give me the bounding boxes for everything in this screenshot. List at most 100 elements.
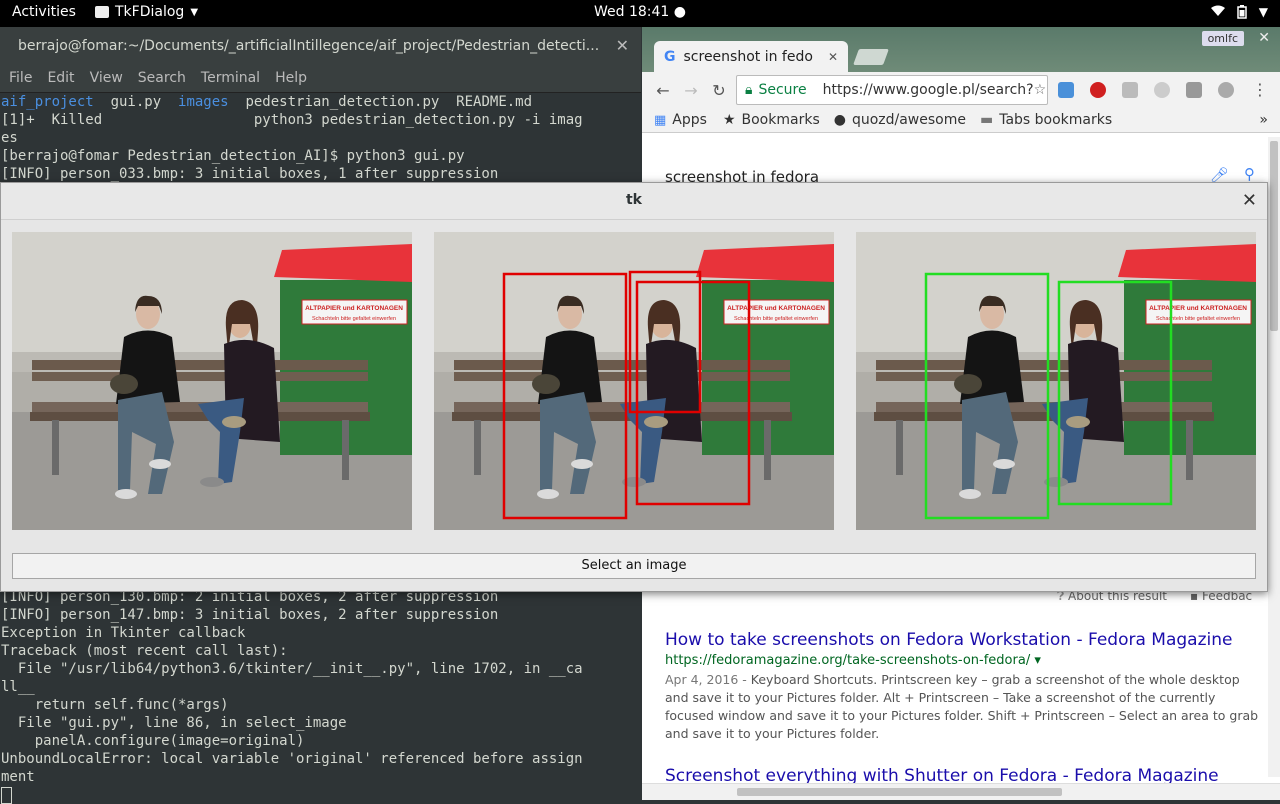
- person-bag: [222, 416, 246, 428]
- terminal-text: [berrajo@fomar Pedestrian_detection_AI]$…: [1, 148, 465, 164]
- bookmark-quozd[interactable]: quozd/awesome: [852, 112, 966, 128]
- menu-edit[interactable]: Edit: [47, 70, 74, 86]
- close-icon[interactable]: ✕: [616, 36, 629, 55]
- tab-close-icon[interactable]: ✕: [828, 50, 838, 64]
- terminal-titlebar[interactable]: berrajo@fomar:~/Documents/_artificialInt…: [0, 27, 641, 64]
- app-menu[interactable]: TkFDialog ▼: [95, 4, 198, 20]
- sign-text: ALTPAPIER und KARTONAGEN: [1149, 305, 1247, 312]
- terminal-text: [INFO] person_033.bmp: 3 initial boxes, …: [1, 166, 499, 182]
- result-title-link[interactable]: How to take screenshots on Fedora Workst…: [665, 630, 1265, 650]
- person-shoe: [571, 459, 593, 469]
- back-icon[interactable]: ←: [656, 81, 670, 100]
- lock-icon: 🔒︎: [745, 82, 753, 98]
- vertical-scrollbar[interactable]: [1268, 137, 1280, 777]
- panel-before-suppression: ALTPAPIER und KARTONAGEN Schachteln bitte…: [434, 232, 834, 530]
- dropbox-icon[interactable]: [1122, 82, 1138, 98]
- battery-icon: [1237, 5, 1247, 22]
- terminal-line: panelA.configure(image=original): [1, 733, 305, 749]
- chrome-toolbar: ← → ↻ 🔒︎ Secure https://www.google.pl/se…: [642, 72, 1280, 108]
- secure-label: Secure: [758, 82, 807, 98]
- pedestrian-photo: ALTPAPIER und KARTONAGEN Schachteln bitte…: [856, 232, 1256, 530]
- terminal-text: [1]+ Killed python3 pedestrian_detection…: [1, 112, 583, 128]
- bench-leg: [1186, 420, 1193, 480]
- person-bag: [1066, 416, 1090, 428]
- bookmark-bookmarks[interactable]: Bookmarks: [742, 112, 820, 128]
- reload-icon[interactable]: ↻: [712, 81, 726, 100]
- terminal-text: es: [1, 130, 18, 146]
- person-bag: [644, 416, 668, 428]
- person-bag: [110, 374, 138, 394]
- hscroll-thumb[interactable]: [737, 788, 1062, 796]
- scroll-thumb[interactable]: [1270, 141, 1278, 331]
- terminal-output-upper[interactable]: aif_project gui.py images pedestrian_det…: [0, 93, 641, 183]
- terminal-cursor: [1, 786, 642, 804]
- system-tray[interactable]: ▼: [1210, 5, 1268, 22]
- result-url-text: https://fedoramagazine.org/take-screensh…: [665, 653, 1031, 668]
- tk-dialog[interactable]: tk ✕ ALTPAPIER und KARTONAGEN Schachteln …: [0, 182, 1268, 592]
- extension-icon-2[interactable]: [1154, 82, 1170, 98]
- terminal-line: [INFO] person_147.bmp: 3 initial boxes, …: [1, 607, 499, 623]
- bench-seat-front: [30, 412, 370, 421]
- bookmark-star-icon[interactable]: ☆: [1034, 82, 1047, 98]
- app-menu-label: TkFDialog: [115, 4, 185, 20]
- clock[interactable]: Wed 18:41 ●: [594, 4, 686, 20]
- extension-icon-3[interactable]: [1186, 82, 1202, 98]
- terminal-line: UnboundLocalError: local variable 'origi…: [1, 751, 583, 767]
- profile-button[interactable]: omlfc: [1201, 31, 1244, 46]
- bench-leg: [52, 420, 59, 475]
- terminal-line: Traceback (most recent call last):: [1, 643, 288, 659]
- horizontal-scrollbar[interactable]: [642, 783, 1280, 800]
- sign-subtext: Schachteln bitte gefaltet einwerfen: [1156, 316, 1240, 322]
- menu-view[interactable]: View: [90, 70, 123, 86]
- menu-dots-icon[interactable]: ⋮: [1252, 80, 1268, 99]
- tk-titlebar[interactable]: tk ✕: [1, 183, 1267, 220]
- tab-google-search[interactable]: G screenshot in fedora ✕: [654, 41, 848, 72]
- directory-name: aif_project: [1, 94, 94, 110]
- terminal-line: [1]+ Killed python3 pedestrian_detection…: [1, 111, 641, 129]
- container-lid: [1118, 244, 1256, 282]
- window-close-icon[interactable]: ✕: [1258, 30, 1270, 46]
- result-date: Apr 4, 2016 -: [665, 672, 751, 687]
- extension-icon[interactable]: [1058, 82, 1074, 98]
- caret-down-icon[interactable]: ▾: [1034, 653, 1041, 668]
- bench-leg: [474, 420, 481, 475]
- extension-icon-4[interactable]: [1218, 82, 1234, 98]
- directory-name: images: [178, 94, 229, 110]
- close-icon[interactable]: ✕: [1242, 190, 1257, 211]
- folder-icon: ▬: [979, 112, 994, 128]
- terminal-text: pedestrian_detection.py README.md: [228, 94, 533, 110]
- pedestrian-photo: ALTPAPIER und KARTONAGEN Schachteln bitte…: [434, 232, 834, 530]
- terminal-output-lower[interactable]: [INFO] person_130.bmp: 2 initial boxes, …: [0, 588, 642, 804]
- chevron-right-icon[interactable]: »: [1259, 112, 1268, 128]
- bookmark-apps[interactable]: Apps: [672, 112, 707, 128]
- url-text: https://www.google.pl/search?: [822, 82, 1034, 98]
- result-snippet: Apr 4, 2016 - Keyboard Shortcuts. Prints…: [665, 671, 1265, 743]
- search-icon[interactable]: ⚲: [1244, 165, 1255, 183]
- bench-back-top: [32, 360, 368, 370]
- person-shoe: [200, 477, 224, 487]
- opera-extension-icon[interactable]: [1090, 82, 1106, 98]
- result-snippet-text: Keyboard Shortcuts. Printscreen key – gr…: [665, 672, 1259, 741]
- menu-terminal[interactable]: Terminal: [201, 70, 260, 86]
- menu-file[interactable]: File: [9, 70, 32, 86]
- terminal-line: Exception in Tkinter callback: [1, 625, 246, 641]
- menu-search[interactable]: Search: [138, 70, 186, 86]
- apps-grid-icon[interactable]: ▦: [654, 113, 666, 128]
- tab-title: screenshot in fedora: [683, 48, 814, 65]
- activities-button[interactable]: Activities: [12, 4, 76, 20]
- address-bar[interactable]: 🔒︎ Secure https://www.google.pl/search? …: [736, 75, 1048, 105]
- select-image-button[interactable]: Select an image: [12, 553, 1256, 579]
- sign-text: ALTPAPIER und KARTONAGEN: [305, 305, 403, 312]
- container-lid: [696, 244, 834, 282]
- menu-help[interactable]: Help: [275, 70, 307, 86]
- bookmark-tabs[interactable]: Tabs bookmarks: [999, 112, 1112, 128]
- wifi-icon: [1210, 5, 1225, 22]
- new-tab-button[interactable]: [853, 49, 889, 65]
- result-url[interactable]: https://fedoramagazine.org/take-screensh…: [665, 653, 1265, 668]
- person-shoe: [149, 459, 171, 469]
- bench-leg: [896, 420, 903, 475]
- search-result: How to take screenshots on Fedora Workst…: [665, 630, 1265, 743]
- forward-icon[interactable]: →: [684, 81, 698, 100]
- person-shoe: [537, 489, 559, 499]
- terminal-line: [INFO] person_033.bmp: 3 initial boxes, …: [1, 165, 641, 183]
